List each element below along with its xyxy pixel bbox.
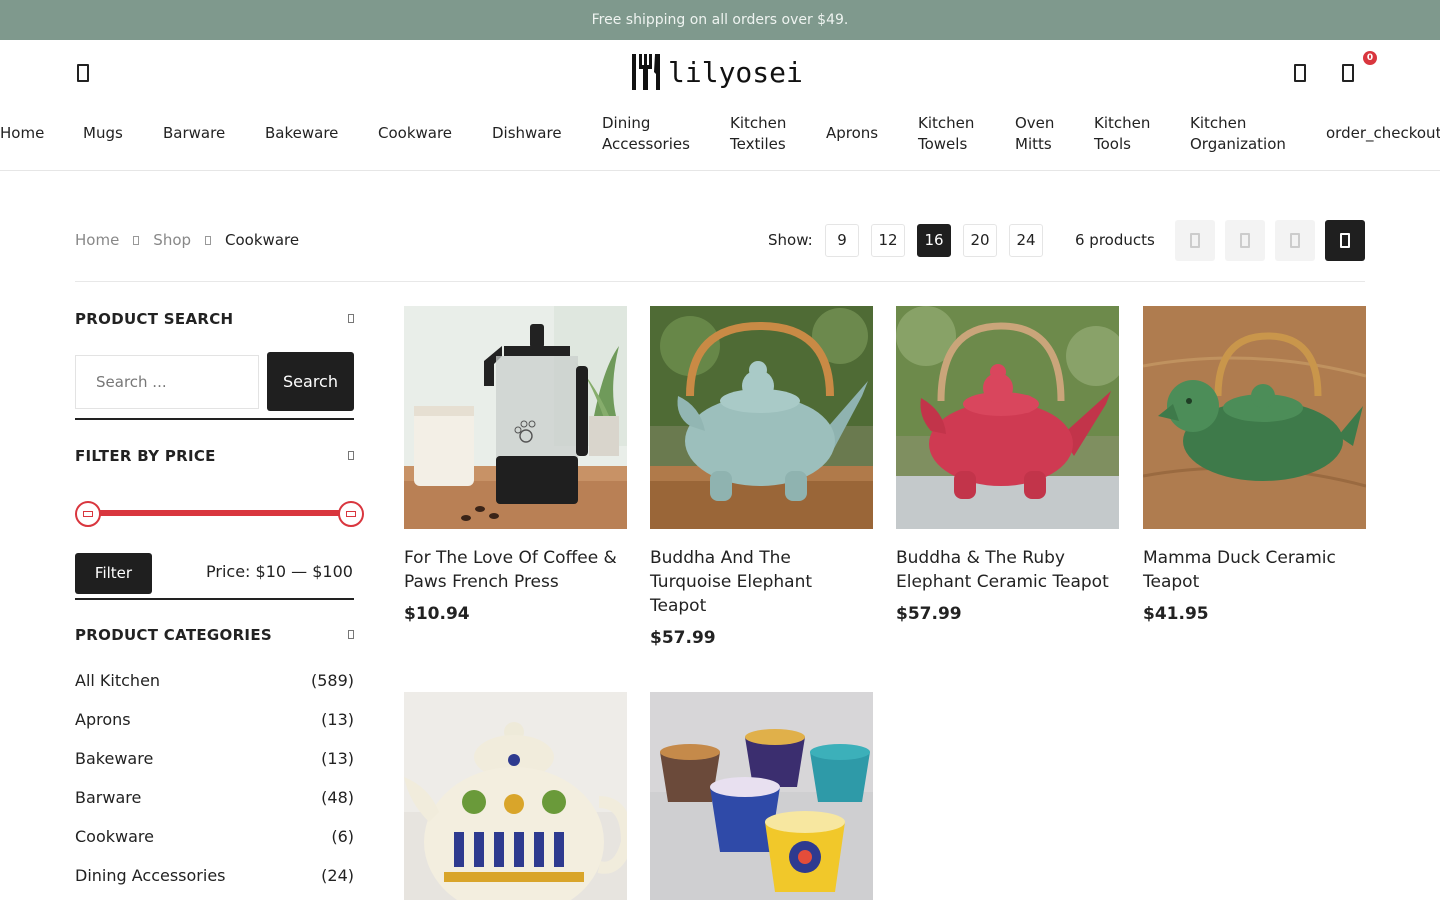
widget-divider xyxy=(75,418,354,420)
product-price: $57.99 xyxy=(896,604,962,624)
collapse-toggle-icon[interactable] xyxy=(348,630,354,639)
nav-kitchen-tools[interactable]: Kitchen Tools xyxy=(1094,113,1150,155)
per-page-16[interactable]: 16 xyxy=(917,224,951,257)
per-page-12[interactable]: 12 xyxy=(871,224,905,257)
main-nav: Home Mugs Barware Bakeware Cookware Dish… xyxy=(0,113,1440,171)
category-item[interactable]: Aprons (13) xyxy=(75,710,354,732)
shop-toolbar: Home Shop Cookware Show: 9 12 16 20 24 6… xyxy=(75,220,1365,262)
category-item[interactable]: Dining Accessories (24) xyxy=(75,866,354,888)
nav-home[interactable]: Home xyxy=(0,123,44,144)
product-title[interactable]: Mamma Duck Ceramic Teapot xyxy=(1143,546,1366,594)
user-icon[interactable] xyxy=(1289,60,1313,86)
product-categories-title: PRODUCT CATEGORIES xyxy=(75,626,272,644)
announcement-bar: Free shipping on all orders over $49. xyxy=(0,0,1440,40)
nav-dining-accessories[interactable]: Dining Accessories xyxy=(602,113,690,155)
product-price: $41.95 xyxy=(1143,604,1209,624)
nav-kitchen-towels[interactable]: Kitchen Towels xyxy=(918,113,974,155)
announcement-text: Free shipping on all orders over $49. xyxy=(591,12,849,28)
category-item[interactable]: All Kitchen (589) xyxy=(75,671,354,693)
price-max-handle[interactable] xyxy=(338,501,364,527)
site-header: lilyosei 0 Home Mugs Barware Bakeware Co… xyxy=(0,40,1440,171)
price-range-text: Price: $10 — $100 xyxy=(206,562,353,581)
cart-icon[interactable] xyxy=(1337,60,1361,86)
product-image-duck-teapot[interactable] xyxy=(1143,306,1366,529)
per-page-20[interactable]: 20 xyxy=(963,224,997,257)
product-search-title: PRODUCT SEARCH xyxy=(75,310,234,328)
product-image-ruby-teapot[interactable] xyxy=(896,306,1119,529)
grid-4-icon[interactable] xyxy=(1325,220,1365,261)
product-title[interactable]: Buddha & The Ruby Elephant Ceramic Teapo… xyxy=(896,546,1119,594)
list-icon[interactable] xyxy=(1275,220,1315,261)
grid-2-icon[interactable] xyxy=(1175,220,1215,261)
nav-mugs[interactable]: Mugs xyxy=(83,123,123,144)
nav-kitchen-textiles[interactable]: Kitchen Textiles xyxy=(730,113,786,155)
product-price: $10.94 xyxy=(404,604,470,624)
search-button[interactable]: Search xyxy=(267,352,354,411)
product-image-floral-teapot[interactable] xyxy=(404,692,627,900)
widget-divider xyxy=(75,598,354,600)
toolbar-divider xyxy=(75,281,1365,282)
chevron-right-icon xyxy=(133,235,140,245)
nav-dishware[interactable]: Dishware xyxy=(492,123,562,144)
category-item[interactable]: Barware (48) xyxy=(75,788,354,810)
nav-bakeware[interactable]: Bakeware xyxy=(265,123,338,144)
nav-kitchen-organization[interactable]: Kitchen Organization xyxy=(1190,113,1286,155)
search-input[interactable]: Search ... xyxy=(75,355,259,409)
breadcrumb: Home Shop Cookware xyxy=(75,231,299,249)
breadcrumb-home[interactable]: Home xyxy=(75,231,119,249)
price-slider-track[interactable] xyxy=(85,510,353,516)
collapse-toggle-icon[interactable] xyxy=(348,451,354,460)
nav-aprons[interactable]: Aprons xyxy=(826,123,878,144)
category-item[interactable]: Bakeware (13) xyxy=(75,749,354,771)
show-label: Show: xyxy=(768,231,813,249)
product-image-turquoise-teapot[interactable] xyxy=(650,306,873,529)
nav-cookware[interactable]: Cookware xyxy=(378,123,452,144)
product-title[interactable]: For The Love Of Coffee & Paws French Pre… xyxy=(404,546,627,594)
product-image-french-press[interactable] xyxy=(404,306,627,529)
price-min-handle[interactable] xyxy=(75,501,101,527)
category-item[interactable]: Cookware (6) xyxy=(75,827,354,849)
nav-order-checkout[interactable]: order_checkout xyxy=(1326,123,1440,144)
nav-barware[interactable]: Barware xyxy=(163,123,225,144)
per-page-24[interactable]: 24 xyxy=(1009,224,1043,257)
menu-icon[interactable] xyxy=(72,60,96,86)
logo-cutlery-icon xyxy=(632,54,660,90)
product-title[interactable]: Buddha And The Turquoise Elephant Teapot xyxy=(650,546,873,618)
collapse-toggle-icon[interactable] xyxy=(348,314,354,323)
product-count: 6 products xyxy=(1075,231,1155,249)
site-logo[interactable]: lilyosei xyxy=(630,52,803,92)
filter-by-price-title: FILTER BY PRICE xyxy=(75,447,216,465)
cart-count-badge: 0 xyxy=(1363,51,1377,65)
chevron-right-icon xyxy=(205,235,212,245)
product-price: $57.99 xyxy=(650,628,716,648)
brand-name: lilyosei xyxy=(668,55,803,89)
product-image-cups-set[interactable] xyxy=(650,692,873,900)
breadcrumb-shop[interactable]: Shop xyxy=(153,231,191,249)
grid-3-icon[interactable] xyxy=(1225,220,1265,261)
filter-button[interactable]: Filter xyxy=(75,553,152,594)
nav-oven-mitts[interactable]: Oven Mitts xyxy=(1015,113,1054,155)
breadcrumb-current: Cookware xyxy=(225,231,300,249)
per-page-9[interactable]: 9 xyxy=(825,224,859,257)
